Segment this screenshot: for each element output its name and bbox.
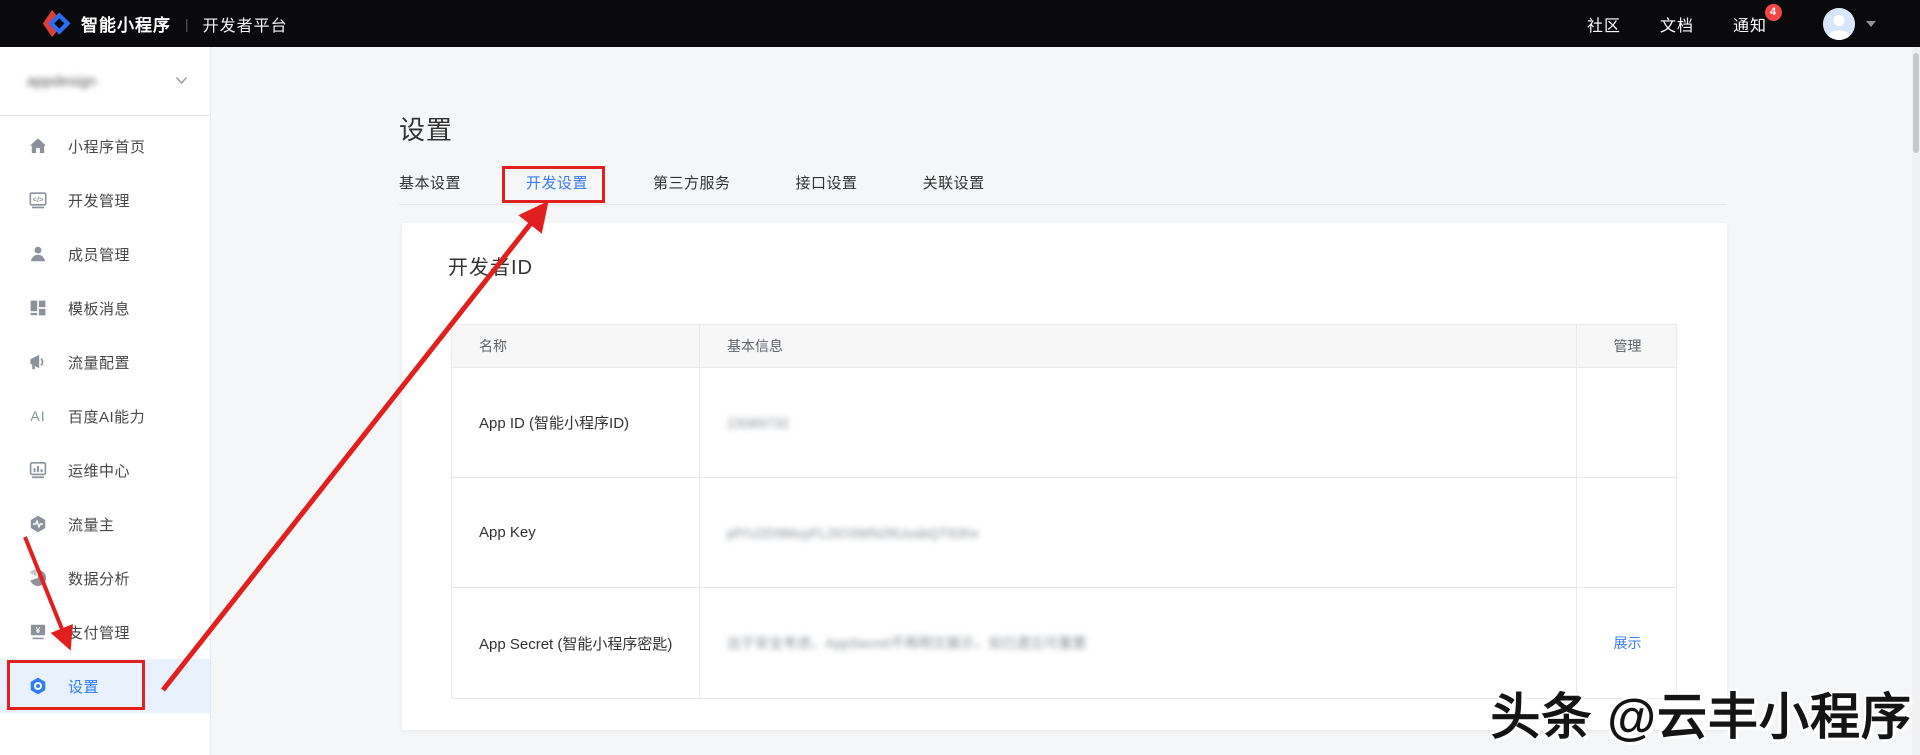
row-name-label: App Key <box>479 524 536 541</box>
sidebar-item-home[interactable]: 小程序首页 <box>0 119 210 173</box>
page-root: 智能小程序 | 开发者平台 社区 文档 通知 4 appdesign 小程序首页… <box>0 0 1920 755</box>
sidebar-item-ops-center[interactable]: 运维中心 <box>0 443 210 497</box>
settings-gear-icon <box>28 676 48 696</box>
brand-platform-name: 开发者平台 <box>202 17 288 35</box>
code-icon: </> <box>28 190 48 210</box>
sidebar-item-label: 设置 <box>68 678 100 696</box>
sidebar-item-label: 开发管理 <box>68 192 131 210</box>
brand-divider: | <box>185 15 189 32</box>
column-header-name: 名称 <box>452 325 700 367</box>
sidebar-item-label: 百度AI能力 <box>68 408 146 426</box>
member-icon <box>28 244 48 264</box>
sidebar-item-traffic-config[interactable]: 流量配置 <box>0 335 210 389</box>
sidebar-item-label: 成员管理 <box>68 246 131 264</box>
scrollbar-thumb[interactable] <box>1913 53 1919 153</box>
sidebar-item-label: 运维中心 <box>68 462 131 480</box>
sidebar-item-label: 支付管理 <box>68 624 131 642</box>
row-name-label: App ID (智能小程序ID) <box>479 415 630 432</box>
app-selector-dropdown[interactable]: appdesign <box>0 47 210 116</box>
sidebar-item-label: 模板消息 <box>68 300 131 318</box>
sidebar-item-label: 流量配置 <box>68 354 131 372</box>
sidebar-item-traffic-owner[interactable]: 流量主 <box>0 497 210 551</box>
smartapp-logo-icon <box>38 7 71 40</box>
sidebar-menu: 小程序首页 </> 开发管理 成员管理 模板消息 流量配置 AI 百度AI能力 … <box>0 116 210 713</box>
pie-chart-icon <box>28 568 48 588</box>
table-row-app-id: App ID (智能小程序ID) 23089732 <box>452 368 1676 478</box>
tab-dev-settings[interactable]: 开发设置 <box>526 172 588 193</box>
nav-notifications-link[interactable]: 通知 4 <box>1732 3 1782 36</box>
section-title: 开发者ID <box>448 257 533 279</box>
sidebar-item-data-analysis[interactable]: 数据分析 <box>0 551 210 605</box>
template-message-icon <box>28 298 48 318</box>
sidebar-item-payment-management[interactable]: ¥ 支付管理 <box>0 605 210 659</box>
sidebar-item-settings[interactable]: 设置 <box>0 659 210 713</box>
top-nav: 社区 文档 通知 4 <box>1587 3 1782 36</box>
notification-count-badge: 4 <box>1765 3 1782 21</box>
chevron-down-icon <box>175 72 188 90</box>
svg-text:¥: ¥ <box>36 625 41 635</box>
column-header-basic-info: 基本信息 <box>700 325 1577 367</box>
sidebar-item-baidu-ai[interactable]: AI 百度AI能力 <box>0 389 210 443</box>
tab-api-settings[interactable]: 接口设置 <box>796 172 858 193</box>
brand[interactable]: 智能小程序 | 开发者平台 <box>38 7 288 40</box>
tab-basic-settings[interactable]: 基本设置 <box>399 172 461 193</box>
sidebar-item-member-management[interactable]: 成员管理 <box>0 227 210 281</box>
user-menu[interactable] <box>1823 7 1876 40</box>
watermark-text: 头条 @云丰小程序 <box>1490 689 1912 745</box>
app-key-value-blurred: pfYU2D9MuyFL2tO3WN28UusbQT63hx <box>727 524 979 541</box>
brand-product-name: 智能小程序 <box>81 16 171 35</box>
page-title: 设置 <box>399 115 454 145</box>
user-caret-down-icon <box>1866 20 1876 27</box>
tab-association-settings[interactable]: 关联设置 <box>923 172 985 193</box>
payment-icon: ¥ <box>28 622 48 642</box>
avatar[interactable] <box>1823 7 1855 40</box>
show-secret-link[interactable]: 展示 <box>1614 633 1642 653</box>
developer-id-table: 名称 基本信息 管理 App ID (智能小程序ID) 23089732 App… <box>451 324 1677 699</box>
monetize-hexagon-icon <box>28 514 48 534</box>
app-name-masked: appdesign <box>27 72 97 90</box>
sidebar-item-label: 流量主 <box>68 516 115 534</box>
home-icon <box>28 136 48 156</box>
ops-chart-icon <box>28 460 48 480</box>
svg-text:</>: </> <box>33 195 44 204</box>
row-action-empty <box>1577 478 1678 587</box>
sidebar: appdesign 小程序首页 </> 开发管理 成员管理 模板消息 流量配置 … <box>0 47 211 755</box>
table-row-app-key: App Key pfYU2D9MuyFL2tO3WN28UusbQT63hx <box>452 478 1676 588</box>
sidebar-item-template-message[interactable]: 模板消息 <box>0 281 210 335</box>
nav-community-link[interactable]: 社区 <box>1587 12 1621 36</box>
ai-icon: AI <box>30 408 46 424</box>
tab-third-party-services[interactable]: 第三方服务 <box>653 172 731 193</box>
column-header-manage: 管理 <box>1613 338 1642 354</box>
row-action-empty <box>1577 368 1678 477</box>
row-name-label: App Secret (智能小程序密匙) <box>479 635 673 653</box>
megaphone-icon <box>28 352 48 372</box>
nav-notifications-label: 通知 <box>1732 17 1767 35</box>
settings-tabs: 基本设置 开发设置 第三方服务 接口设置 关联设置 <box>399 160 1727 205</box>
sidebar-item-label: 数据分析 <box>68 570 131 588</box>
nav-docs-link[interactable]: 文档 <box>1660 12 1694 36</box>
developer-id-card: 开发者ID 名称 基本信息 管理 App ID (智能小程序ID) 230897… <box>402 223 1727 730</box>
scrollbar-track[interactable] <box>1912 47 1920 755</box>
app-secret-value-blurred: 出于安全考虑，AppSecret不再明文展示，如已遗忘可重置 <box>727 635 1087 651</box>
sidebar-item-dev-management[interactable]: </> 开发管理 <box>0 173 210 227</box>
top-header: 智能小程序 | 开发者平台 社区 文档 通知 4 <box>0 0 1920 47</box>
table-header-row: 名称 基本信息 管理 <box>452 325 1676 368</box>
sidebar-item-label: 小程序首页 <box>68 138 146 156</box>
app-id-value-blurred: 23089732 <box>727 414 790 431</box>
